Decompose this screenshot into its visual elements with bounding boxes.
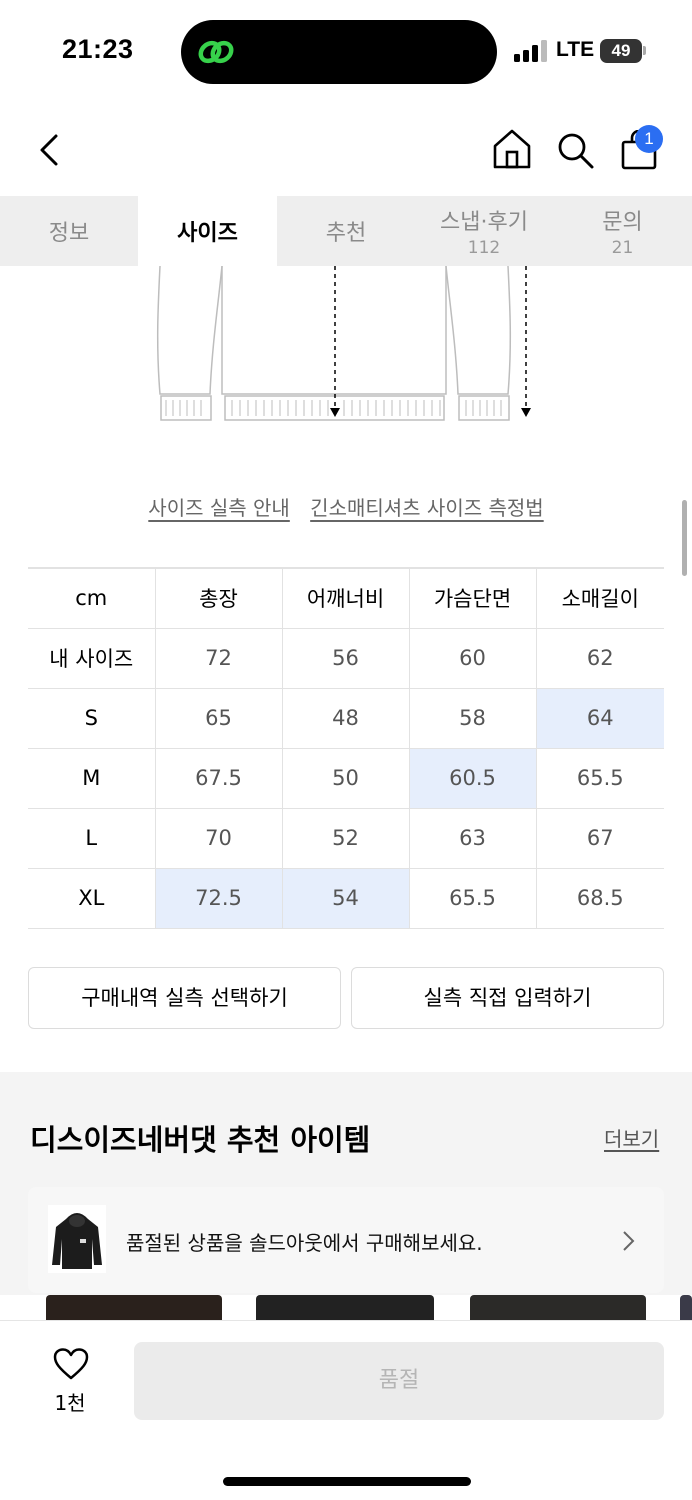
hoodie-thumbnail bbox=[48, 1205, 106, 1273]
table-row: S 65 48 58 64 bbox=[28, 687, 664, 749]
scrollbar[interactable] bbox=[682, 500, 687, 576]
signal-icon bbox=[514, 40, 547, 62]
column-header: 소매길이 bbox=[535, 567, 664, 629]
back-icon[interactable] bbox=[34, 130, 66, 170]
network-label: LTE bbox=[556, 38, 595, 61]
column-header: 가슴단면 bbox=[408, 567, 537, 629]
table-cell: 65.5 bbox=[408, 867, 537, 929]
table-cell: 67 bbox=[535, 807, 664, 869]
tab-count: 112 bbox=[467, 238, 501, 258]
table-cell: 70 bbox=[154, 807, 283, 869]
table-cell: 62 bbox=[535, 627, 664, 689]
battery-nub bbox=[643, 46, 646, 55]
dynamic-island bbox=[181, 20, 497, 84]
tab-label: 사이즈 bbox=[177, 221, 238, 246]
direct-input-button[interactable]: 실측 직접 입력하기 bbox=[351, 967, 664, 1029]
tab-info[interactable]: 정보 bbox=[0, 196, 138, 266]
search-icon[interactable] bbox=[555, 130, 595, 170]
size-guide-links: 사이즈 실측 안내 긴소매티셔츠 사이즈 측정법 bbox=[0, 492, 692, 521]
table-row: XL 72.5 54 65.5 68.5 bbox=[28, 867, 664, 929]
table-cell: 56 bbox=[281, 627, 410, 689]
more-link[interactable]: 더보기 bbox=[604, 1123, 659, 1152]
garment-diagram bbox=[156, 266, 531, 421]
product-tabs: 정보 사이즈 추천 스냅·후기 112 문의 21 bbox=[0, 196, 692, 266]
table-row: 내 사이즈 72 56 60 62 bbox=[28, 627, 664, 689]
like-count: 1천 bbox=[54, 1391, 86, 1415]
table-cell: 72 bbox=[154, 627, 283, 689]
home-indicator bbox=[223, 1477, 471, 1486]
table-cell-highlighted: 54 bbox=[281, 867, 410, 929]
cart-count-badge: 1 bbox=[635, 125, 663, 153]
table-row: M 67.5 50 60.5 65.5 bbox=[28, 747, 664, 809]
table-row: L 70 52 63 67 bbox=[28, 807, 664, 869]
row-label: 내 사이즈 bbox=[28, 627, 156, 689]
row-label: S bbox=[28, 687, 156, 749]
table-cell: 68.5 bbox=[535, 867, 664, 929]
table-cell: 67.5 bbox=[154, 747, 283, 809]
soldout-text: 품절된 상품을 솔드아웃에서 구매해보세요. bbox=[126, 1231, 483, 1255]
size-table: cm 총장 어깨너비 가슴단면 소매길이 내 사이즈 72 56 60 62 S… bbox=[28, 567, 664, 929]
link-icon bbox=[198, 40, 234, 64]
table-cell-highlighted: 60.5 bbox=[408, 747, 537, 809]
column-header: 총장 bbox=[154, 567, 283, 629]
table-cell: 65 bbox=[154, 687, 283, 749]
table-cell: 58 bbox=[408, 687, 537, 749]
unit-header: cm bbox=[28, 567, 156, 629]
recommend-title: 디스이즈네버댓 추천 아이템 bbox=[30, 1123, 371, 1157]
table-cell-highlighted: 64 bbox=[535, 687, 664, 749]
top-header bbox=[0, 100, 692, 196]
soldout-banner[interactable]: 품절된 상품을 솔드아웃에서 구매해보세요. bbox=[28, 1187, 664, 1293]
table-cell: 52 bbox=[281, 807, 410, 869]
tab-count: 21 bbox=[611, 238, 634, 258]
measurement-method-link[interactable]: 긴소매티셔츠 사이즈 측정법 bbox=[310, 496, 544, 520]
soldout-buy-button[interactable]: 품절 bbox=[134, 1342, 664, 1420]
column-header: 어깨너비 bbox=[281, 567, 410, 629]
table-header-row: cm 총장 어깨너비 가슴단면 소매길이 bbox=[28, 567, 664, 629]
table-cell: 63 bbox=[408, 807, 537, 869]
heart-icon[interactable] bbox=[53, 1348, 89, 1380]
bottom-action-bar: 1천 품절 bbox=[0, 1320, 692, 1500]
table-cell-highlighted: 72.5 bbox=[154, 867, 283, 929]
tab-snap-review[interactable]: 스냅·후기 112 bbox=[415, 196, 553, 266]
tab-label: 추천 bbox=[325, 221, 367, 246]
chevron-right-icon bbox=[623, 1231, 635, 1251]
row-label: M bbox=[28, 747, 156, 809]
row-label: XL bbox=[28, 867, 156, 929]
select-purchase-history-button[interactable]: 구매내역 실측 선택하기 bbox=[28, 967, 341, 1029]
tab-inquiry[interactable]: 문의 21 bbox=[553, 196, 692, 266]
table-cell: 48 bbox=[281, 687, 410, 749]
home-icon[interactable] bbox=[492, 128, 532, 170]
status-time: 21:23 bbox=[62, 34, 134, 64]
status-bar: 21:23 LTE 49 bbox=[0, 0, 692, 100]
battery-icon: 49 bbox=[600, 39, 642, 63]
size-guide-link[interactable]: 사이즈 실측 안내 bbox=[148, 496, 290, 520]
table-cell: 60 bbox=[408, 627, 537, 689]
tab-label: 스냅·후기 bbox=[440, 210, 528, 235]
tab-recommend[interactable]: 추천 bbox=[277, 196, 415, 266]
tab-size[interactable]: 사이즈 bbox=[138, 196, 277, 266]
tab-label: 정보 bbox=[48, 221, 90, 246]
row-label: L bbox=[28, 807, 156, 869]
table-cell: 65.5 bbox=[535, 747, 664, 809]
table-cell: 50 bbox=[281, 747, 410, 809]
tab-label: 문의 bbox=[602, 210, 643, 235]
